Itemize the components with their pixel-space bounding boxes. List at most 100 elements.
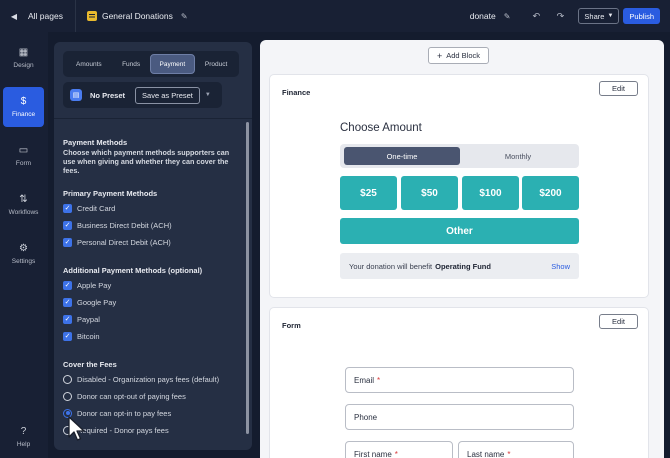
edit-form-button[interactable]: Edit [599,314,638,329]
checkbox-checked-icon[interactable]: ✓ [63,220,72,230]
phone-field-label: Phone [354,412,378,422]
radio-label: Donor can opt-in to pay fees [77,408,172,418]
amount-button[interactable]: $200 [522,176,579,210]
checkbox-label: Business Direct Debit (ACH) [77,220,172,230]
rail-item-settings[interactable]: ⚙ Settings [3,234,44,274]
preset-row: ▤ No Preset Save as Preset ▼ [63,82,222,108]
benefit-fund-name: Operating Fund [435,261,491,271]
left-rail: ▦ Design $ Finance ▭ Form ⇅ Workflows ⚙ … [0,32,48,458]
amount-button[interactable]: $50 [401,176,458,210]
cover-fees-title: Cover the Fees [63,360,117,369]
checkbox-checked-icon[interactable]: ✓ [63,280,72,290]
back-arrow-icon[interactable]: ◀ [0,12,28,21]
checkbox-row[interactable]: ✓ Google Pay [63,296,116,308]
publish-button[interactable]: Publish [623,8,660,24]
add-block-button[interactable]: + Add Block [428,47,489,64]
panel-tabs: Amounts Funds Payment Product [63,51,239,77]
checkbox-row[interactable]: ✓ Business Direct Debit (ACH) [63,219,172,231]
rail-item-form[interactable]: ▭ Form [3,136,44,176]
benefit-text: Your donation will benefit [349,261,433,271]
checkbox-checked-icon[interactable]: ✓ [63,203,72,213]
form-icon: ▭ [18,145,29,156]
rail-item-help[interactable]: ? Help [3,417,44,457]
undo-icon[interactable]: ↶ [524,11,548,22]
tab-funds[interactable]: Funds [113,54,150,74]
checkbox-row[interactable]: ✓ Personal Direct Debit (ACH) [63,236,171,248]
frequency-monthly[interactable]: Monthly [460,147,576,165]
required-marker: * [507,449,511,458]
top-bar-right: donate ✎ ↶ ↷ Share ▼ Publish [470,0,670,32]
radio-row[interactable]: Disabled - Organization pays fees (defau… [63,373,219,385]
save-as-preset-button[interactable]: Save as Preset [135,86,200,104]
frequency-one-time[interactable]: One-time [344,147,460,165]
chevron-down-icon: ▼ [607,13,614,19]
add-block-label: Add Block [446,51,481,60]
first-name-field[interactable]: First name * [345,441,453,458]
rail-item-design[interactable]: ▦ Design [3,38,44,78]
section-title: Payment Methods [63,138,128,147]
plus-icon: + [436,50,443,61]
email-field[interactable]: Email * [345,367,574,393]
checkbox-checked-icon[interactable]: ✓ [63,237,72,247]
page-icon [86,11,97,21]
last-name-field[interactable]: Last name * [458,441,574,458]
tab-amounts[interactable]: Amounts [65,54,113,74]
checkbox-checked-icon[interactable]: ✓ [63,314,72,324]
rail-item-workflows[interactable]: ⇅ Workflows [3,185,44,225]
help-icon: ? [20,426,27,437]
preset-icon: ▤ [70,89,82,101]
checkbox-row[interactable]: ✓ Paypal [63,313,100,325]
amount-button[interactable]: $100 [462,176,519,210]
additional-methods-title: Additional Payment Methods (optional) [63,266,203,275]
email-field-label: Email [354,375,375,385]
workflow-icon: ⇅ [19,194,28,205]
form-block-title: Form [282,321,301,330]
edit-title-pencil-icon[interactable]: ✎ [181,12,188,21]
share-button[interactable]: Share ▼ [578,8,620,24]
finance-block[interactable]: Finance Edit Choose Amount One-time Mont… [269,74,649,298]
radio-button[interactable] [63,391,72,401]
first-name-field-label: First name [354,449,392,458]
mouse-cursor-icon [68,416,85,441]
gear-icon: ⚙ [19,243,28,254]
tab-payment[interactable]: Payment [149,54,196,74]
checkbox-row[interactable]: ✓ Apple Pay [63,279,111,291]
top-bar: ◀ All pages General Donations ✎ donate ✎… [0,0,670,32]
rail-item-finance[interactable]: $ Finance [3,87,44,127]
checkbox-checked-icon[interactable]: ✓ [63,331,72,341]
section-description: Choose which payment methods supporters … [63,148,230,176]
show-fund-link[interactable]: Show [551,262,570,271]
other-amount-button[interactable]: Other [340,218,579,244]
fund-benefit-bar: Your donation will benefit Operating Fun… [340,253,579,279]
checkbox-label: Google Pay [77,297,117,307]
layout-icon: ▦ [18,47,29,58]
form-block[interactable]: Form Edit Email * Phone First name * Las… [269,307,649,458]
tab-product[interactable]: Product [195,54,237,74]
edit-slug-pencil-icon[interactable]: ✎ [504,12,511,21]
radio-label: Donor can opt-out of paying fees [77,391,186,401]
checkbox-row[interactable]: ✓ Bitcoin [63,330,100,342]
rail-item-label: Form [15,160,32,167]
radio-label: Disabled - Organization pays fees (defau… [77,374,220,384]
page-slug[interactable]: donate [470,11,496,21]
all-pages-link[interactable]: All pages [28,11,63,21]
checkbox-row[interactable]: ✓ Credit Card [63,202,115,214]
amount-button[interactable]: $25 [340,176,397,210]
page-title[interactable]: General Donations [102,11,173,21]
panel-scrollbar[interactable] [246,122,249,434]
radio-row[interactable]: Donor can opt-out of paying fees [63,390,186,402]
page-canvas: + Add Block Finance Edit Choose Amount O… [260,40,664,458]
edit-finance-button[interactable]: Edit [599,81,638,96]
rail-item-label: Settings [11,258,36,265]
chevron-down-icon[interactable]: ▼ [205,92,211,98]
checkbox-label: Bitcoin [77,331,100,341]
rail-item-label: Finance [11,111,36,118]
divider [54,118,252,119]
radio-button[interactable] [63,374,72,384]
redo-icon[interactable]: ↷ [548,11,572,22]
checkbox-checked-icon[interactable]: ✓ [63,297,72,307]
phone-field[interactable]: Phone [345,404,574,430]
page-title-group: General Donations ✎ [86,11,188,21]
primary-methods-title: Primary Payment Methods [63,189,158,198]
divider [74,0,76,32]
